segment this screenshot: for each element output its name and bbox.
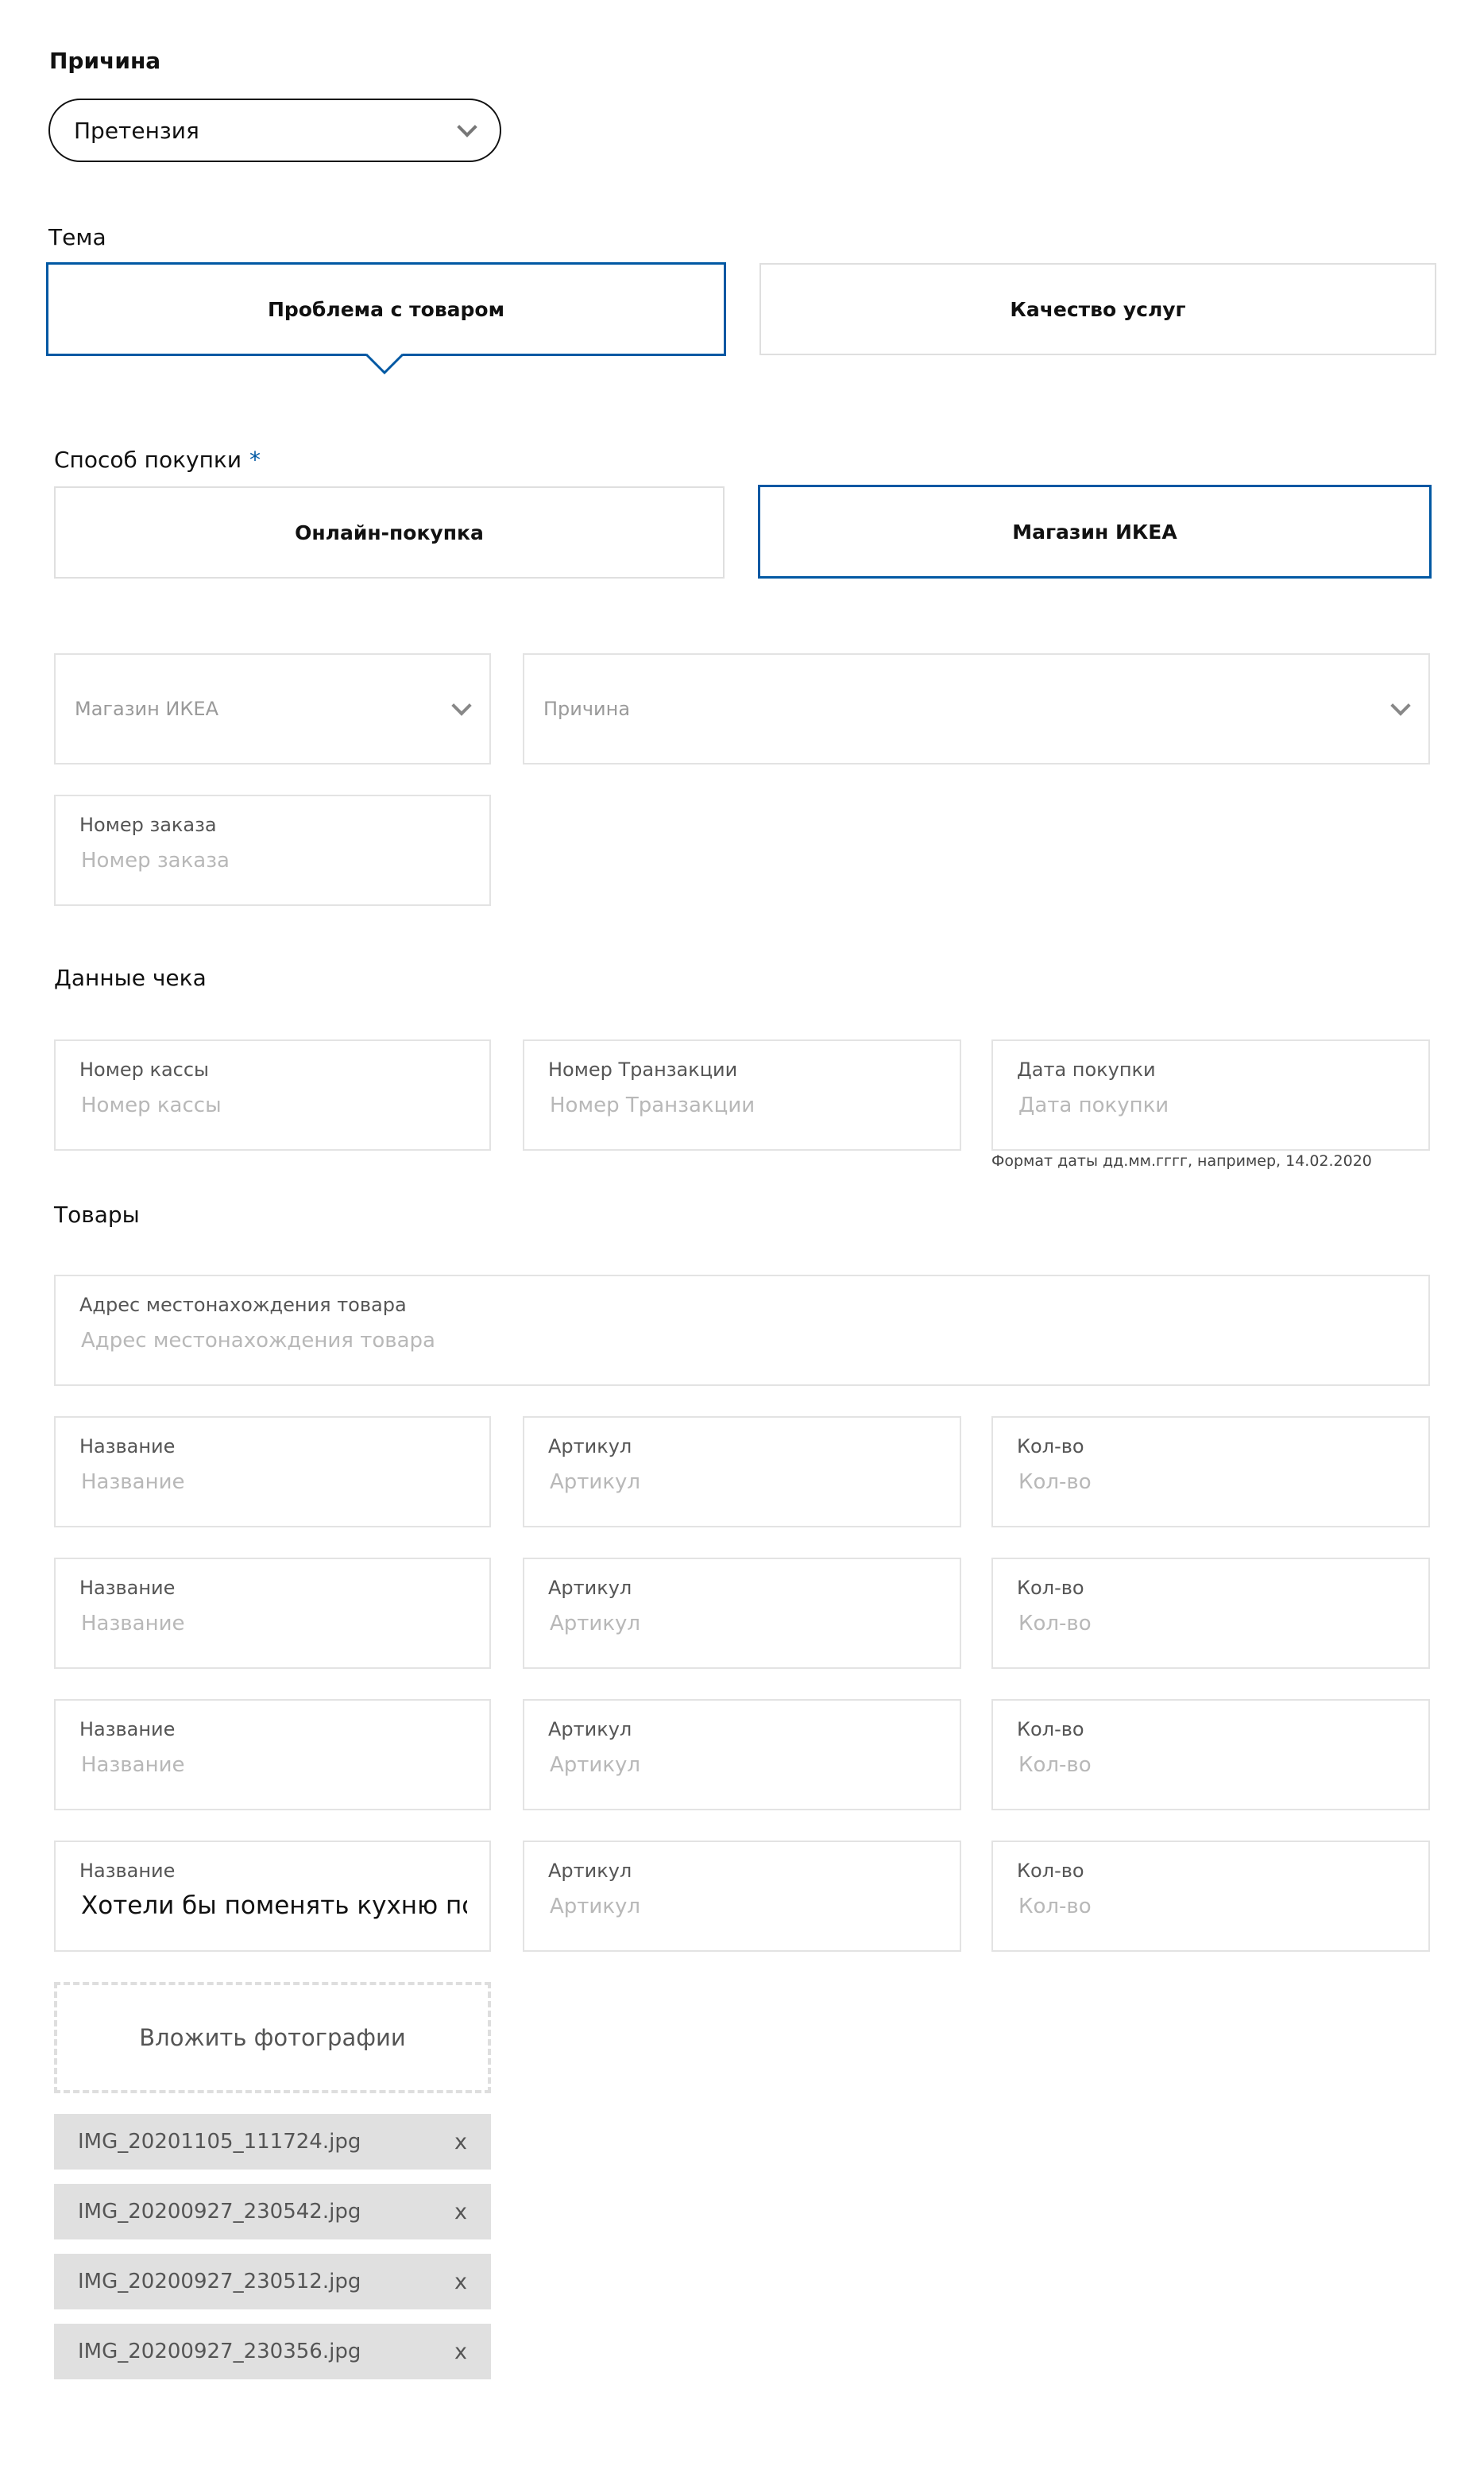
transaction-number-label: Номер Транзакции <box>548 1059 738 1081</box>
attached-file-name: IMG_20200927_230512.jpg <box>78 2270 361 2294</box>
item-name-field[interactable]: Название <box>54 1841 491 1952</box>
attach-photos-label: Вложить фотографии <box>139 2024 406 2051</box>
selected-pointer-icon <box>365 353 404 375</box>
transaction-number-input[interactable] <box>548 1094 937 1117</box>
item-qty-label: Кол-во <box>1017 1718 1084 1740</box>
item-sku-label: Артикул <box>548 1860 632 1882</box>
attached-file-item: IMG_20200927_230512.jpg x <box>54 2254 491 2309</box>
item-qty-input[interactable] <box>1017 1753 1406 1777</box>
item-name-field[interactable]: Название <box>54 1558 491 1669</box>
reason-dropdown-placeholder: Причина <box>543 698 631 720</box>
item-sku-field[interactable]: Артикул <box>523 1558 961 1669</box>
item-qty-field[interactable]: Кол-во <box>991 1841 1430 1952</box>
register-number-input[interactable] <box>79 1094 467 1117</box>
item-name-field[interactable]: Название <box>54 1416 491 1527</box>
purchase-method-label: Способ покупки * <box>54 447 261 473</box>
transaction-number-field[interactable]: Номер Транзакции <box>523 1039 961 1151</box>
topic-option-product-problem[interactable]: Проблема с товаром <box>46 262 726 356</box>
item-sku-input[interactable] <box>548 1612 937 1635</box>
item-qty-field[interactable]: Кол-во <box>991 1558 1430 1669</box>
reason-dropdown[interactable]: Причина <box>523 653 1430 765</box>
item-name-label: Название <box>79 1435 176 1457</box>
attached-file-item: IMG_20201105_111724.jpg x <box>54 2114 491 2170</box>
item-name-input[interactable] <box>79 1612 467 1635</box>
item-qty-label: Кол-во <box>1017 1860 1084 1882</box>
item-sku-field[interactable]: Артикул <box>523 1416 961 1527</box>
chevron-down-icon <box>458 122 476 139</box>
register-number-label: Номер кассы <box>79 1059 210 1081</box>
attached-file-name: IMG_20201105_111724.jpg <box>78 2130 361 2154</box>
attach-photos-button[interactable]: Вложить фотографии <box>54 1982 491 2093</box>
date-format-hint: Формат даты дд.мм.гггг, например, 14.02.… <box>991 1152 1372 1170</box>
register-number-field[interactable]: Номер кассы <box>54 1039 491 1151</box>
goods-address-label: Адрес местонахождения товара <box>79 1294 407 1316</box>
chevron-down-icon <box>453 700 470 718</box>
item-qty-input[interactable] <box>1017 1612 1406 1635</box>
store-select[interactable]: Магазин ИКЕА <box>54 653 491 765</box>
chevron-down-icon <box>1392 700 1409 718</box>
item-sku-label: Артикул <box>548 1435 632 1457</box>
reason-select[interactable]: Претензия <box>48 99 501 162</box>
purchase-option-online[interactable]: Онлайн-покупка <box>54 486 725 579</box>
attached-file-name: IMG_20200927_230542.jpg <box>78 2200 361 2224</box>
purchase-option-ikea-store[interactable]: Магазин ИКЕА <box>758 485 1432 579</box>
remove-file-icon[interactable]: x <box>454 2200 467 2224</box>
topic-option-label: Проблема с товаром <box>267 297 505 321</box>
item-name-field[interactable]: Название <box>54 1699 491 1810</box>
item-sku-input[interactable] <box>548 1895 937 1918</box>
order-number-field[interactable]: Номер заказа <box>54 795 491 906</box>
remove-file-icon[interactable]: x <box>454 2270 467 2294</box>
item-qty-field[interactable]: Кол-во <box>991 1699 1430 1810</box>
purchase-date-input[interactable] <box>1017 1094 1406 1117</box>
attached-file-item: IMG_20200927_230356.jpg x <box>54 2324 491 2379</box>
order-number-input[interactable] <box>79 849 467 873</box>
topic-option-service-quality[interactable]: Качество услуг <box>759 263 1436 355</box>
item-sku-input[interactable] <box>548 1753 937 1777</box>
item-sku-field[interactable]: Артикул <box>523 1699 961 1810</box>
remove-file-icon[interactable]: x <box>454 2130 467 2154</box>
attached-file-name: IMG_20200927_230356.jpg <box>78 2340 361 2363</box>
goods-address-input[interactable] <box>79 1329 1406 1353</box>
reason-label: Причина <box>49 48 161 74</box>
item-sku-field[interactable]: Артикул <box>523 1841 961 1952</box>
topic-label: Тема <box>48 224 106 250</box>
item-name-label: Название <box>79 1860 176 1882</box>
store-select-placeholder: Магазин ИКЕА <box>75 698 218 720</box>
reason-select-value: Претензия <box>74 117 199 144</box>
item-sku-label: Артикул <box>548 1718 632 1740</box>
item-name-label: Название <box>79 1577 176 1599</box>
purchase-method-label-text: Способ покупки <box>54 447 242 473</box>
goods-section-title: Товары <box>54 1202 140 1228</box>
order-number-label: Номер заказа <box>79 814 217 836</box>
item-name-input[interactable] <box>79 1753 467 1777</box>
required-mark: * <box>249 447 261 473</box>
item-name-label: Название <box>79 1718 176 1740</box>
item-qty-input[interactable] <box>1017 1895 1406 1918</box>
purchase-date-label: Дата покупки <box>1017 1059 1156 1081</box>
item-qty-input[interactable] <box>1017 1470 1406 1494</box>
goods-address-field[interactable]: Адрес местонахождения товара <box>54 1275 1430 1386</box>
item-qty-label: Кол-во <box>1017 1435 1084 1457</box>
receipt-section-title: Данные чека <box>54 965 207 991</box>
purchase-option-label: Онлайн-покупка <box>295 521 484 544</box>
item-sku-input[interactable] <box>548 1470 937 1494</box>
item-sku-label: Артикул <box>548 1577 632 1599</box>
item-name-input[interactable] <box>79 1891 467 1920</box>
item-qty-label: Кол-во <box>1017 1577 1084 1599</box>
attached-file-item: IMG_20200927_230542.jpg x <box>54 2184 491 2239</box>
topic-option-label: Качество услуг <box>1010 297 1186 321</box>
purchase-option-label: Магазин ИКЕА <box>1012 520 1177 544</box>
remove-file-icon[interactable]: x <box>454 2340 467 2364</box>
item-qty-field[interactable]: Кол-во <box>991 1416 1430 1527</box>
item-name-input[interactable] <box>79 1470 467 1494</box>
purchase-date-field[interactable]: Дата покупки <box>991 1039 1430 1151</box>
